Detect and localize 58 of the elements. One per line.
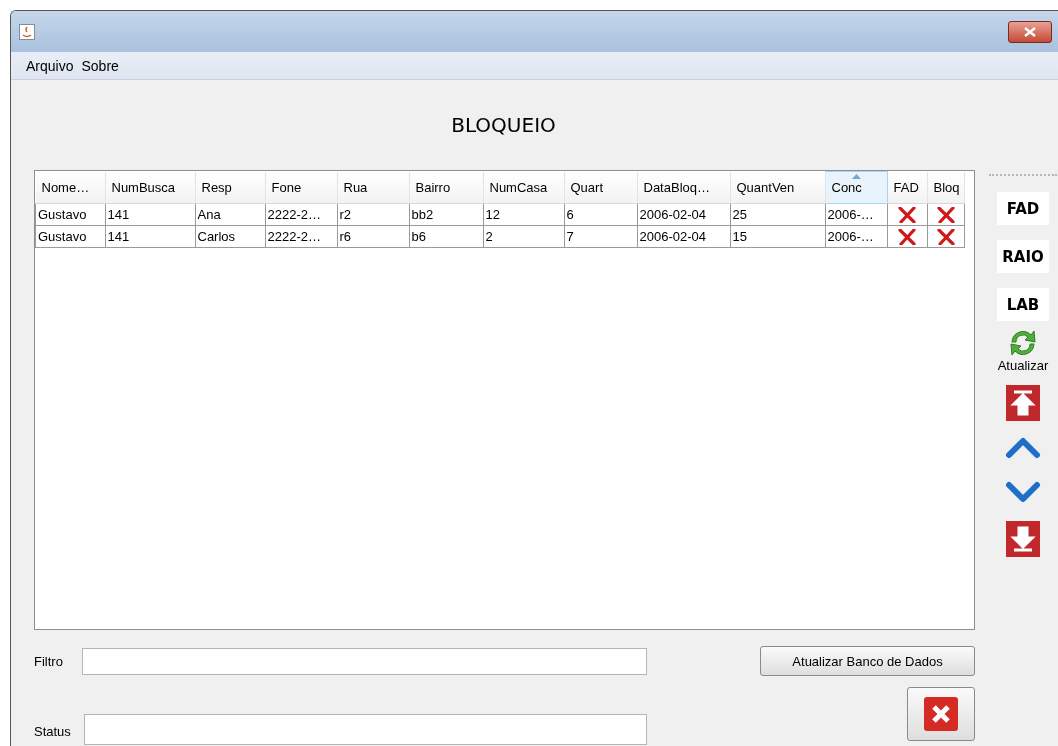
table-cell: 6	[564, 203, 637, 226]
column-header[interactable]: NumCasa	[483, 171, 564, 204]
close-icon	[924, 697, 958, 731]
table-cell: 2006-…	[825, 225, 887, 248]
table-cell: 2006-…	[825, 203, 887, 226]
menu-item[interactable]: Arquivo	[25, 57, 75, 74]
column-header[interactable]: QuantVen	[730, 171, 825, 204]
table-cell: Carlos	[195, 225, 265, 248]
column-header[interactable]: Rua	[337, 171, 409, 204]
close-button[interactable]	[1008, 20, 1052, 43]
column-header[interactable]: FAD	[887, 171, 927, 204]
page-heading: BLOQUEIO	[450, 112, 557, 139]
table-cell: r2	[337, 203, 409, 226]
filter-label: Filtro	[34, 653, 64, 669]
table-cell: 2222-2…	[265, 203, 337, 226]
column-header[interactable]: Bloq	[927, 171, 964, 204]
table-cell: bb2	[409, 203, 483, 226]
column-header[interactable]: DataBloq…	[637, 171, 730, 204]
column-header[interactable]: NumBusca	[105, 171, 195, 204]
move-to-bottom-icon[interactable]	[1006, 521, 1040, 557]
column-header[interactable]: Nome…	[35, 171, 105, 204]
app-icon	[19, 23, 35, 40]
table-cell: 2006-02-04	[637, 225, 730, 248]
table-cell: 15	[730, 225, 825, 248]
table-cell: 7	[564, 225, 637, 248]
table-cell: 2222-2…	[265, 225, 337, 248]
column-header[interactable]: Resp	[195, 171, 265, 204]
chevron-down-icon[interactable]	[1005, 481, 1041, 505]
table-cell: 141	[105, 203, 195, 226]
chevron-up-icon[interactable]	[1005, 435, 1041, 459]
table-cell: r6	[337, 225, 409, 248]
table-cell: 25	[730, 203, 825, 226]
toolbar-button[interactable]: LAB	[997, 288, 1049, 321]
table-cell: Gustavo	[35, 203, 105, 226]
status-label: Status	[34, 724, 72, 741]
refresh-label: Atualizar	[997, 358, 1049, 373]
close-button[interactable]	[907, 687, 975, 741]
toolbar-button[interactable]: FAD	[997, 192, 1049, 225]
column-header[interactable]: Conc	[825, 171, 887, 204]
move-to-top-icon[interactable]	[1006, 385, 1040, 421]
status-field[interactable]	[84, 714, 647, 745]
update-database-button[interactable]: Atualizar Banco de Dados	[760, 646, 975, 676]
menu-item[interactable]: Sobre	[80, 57, 120, 74]
column-header[interactable]: Fone	[265, 171, 337, 204]
table-cell: 2	[483, 225, 564, 248]
table-cell: b6	[409, 225, 483, 248]
refresh-icon[interactable]	[1007, 328, 1039, 358]
filter-field[interactable]	[82, 647, 647, 675]
column-header[interactable]: Quart	[564, 171, 637, 204]
table-cell: Ana	[195, 203, 265, 226]
sort-arrow-icon	[852, 174, 861, 179]
table-cell: 141	[105, 225, 195, 248]
table-cell: Gustavo	[35, 225, 105, 248]
close-icon	[1024, 26, 1036, 37]
column-header[interactable]: Bairro	[409, 171, 483, 204]
toolbar-button[interactable]: RAIO	[997, 240, 1049, 273]
table-cell: 12	[483, 203, 564, 226]
table-cell: 2006-02-04	[637, 203, 730, 226]
